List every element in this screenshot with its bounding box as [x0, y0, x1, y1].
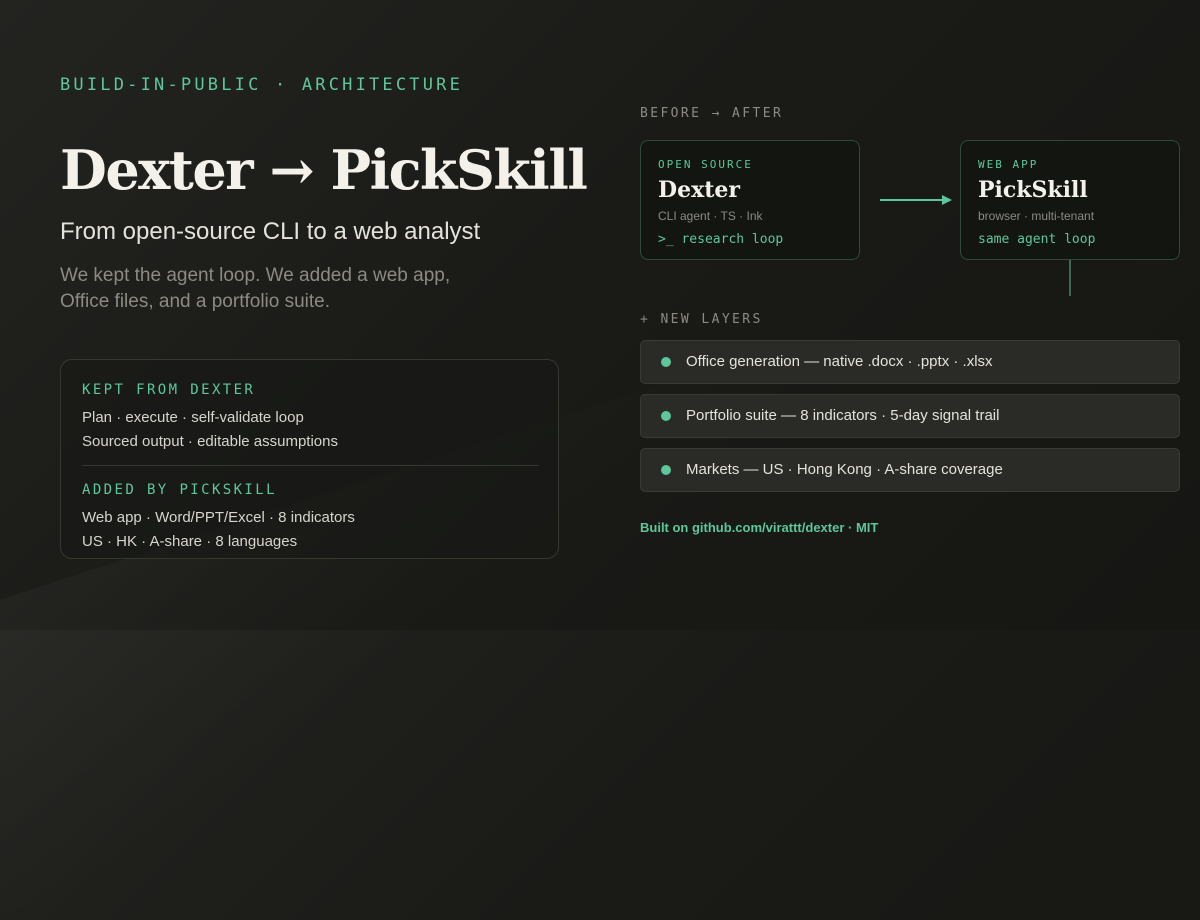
footer-credit: Built on github.com/virattt/dexter · MIT	[640, 520, 879, 535]
added-line: Web app · Word/PPT/Excel · 8 indicators	[82, 509, 355, 526]
after-loop: same agent loop	[978, 232, 1096, 247]
new-layers-label: + NEW LAYERS	[640, 312, 763, 327]
after-tag: WEB APP	[978, 158, 1039, 171]
kept-line: Sourced output · editable assumptions	[82, 433, 338, 450]
added-line: US · HK · A-share · 8 languages	[82, 533, 298, 550]
connector-line	[1069, 260, 1071, 296]
divider	[82, 465, 539, 466]
bullet-dot-icon	[661, 411, 671, 421]
before-after-label: BEFORE → AFTER	[640, 106, 784, 121]
before-loop: >_ research loop	[658, 232, 784, 247]
added-label: ADDED BY PICKSKILL	[82, 482, 277, 498]
eyebrow-label: BUILD-IN-PUBLIC · ARCHITECTURE	[60, 75, 464, 95]
kept-label: KEPT FROM DEXTER	[82, 382, 256, 398]
before-name: Dexter	[658, 177, 740, 203]
layer-item: Office generation — native .docx · .pptx…	[640, 340, 1180, 384]
after-meta: browser · multi-tenant	[978, 209, 1095, 223]
layer-item: Portfolio suite — 8 indicators · 5-day s…	[640, 394, 1180, 438]
bullet-dot-icon	[661, 357, 671, 367]
page-title: Dexter → PickSkill	[60, 138, 588, 202]
after-card: WEB APP PickSkill browser · multi-tenant…	[960, 140, 1180, 260]
kept-line: Plan · execute · self-validate loop	[82, 409, 304, 426]
before-card: OPEN SOURCE Dexter CLI agent · TS · Ink …	[640, 140, 860, 260]
lede-text: We kept the agent loop. We added a web a…	[60, 265, 451, 312]
kept-added-box: KEPT FROM DEXTER Plan · execute · self-v…	[60, 359, 559, 559]
before-tag: OPEN SOURCE	[658, 158, 753, 171]
after-name: PickSkill	[978, 177, 1088, 203]
layer-text: Portfolio suite — 8 indicators · 5-day s…	[686, 407, 1000, 424]
page-subtitle: From open-source CLI to a web analyst	[60, 218, 481, 245]
before-meta: CLI agent · TS · Ink	[658, 209, 763, 223]
flow-arrow-icon	[880, 195, 952, 205]
layer-item: Markets — US · Hong Kong · A-share cover…	[640, 448, 1180, 492]
layer-text: Markets — US · Hong Kong · A-share cover…	[686, 461, 1003, 478]
layer-text: Office generation — native .docx · .pptx…	[686, 353, 993, 370]
bullet-dot-icon	[661, 465, 671, 475]
